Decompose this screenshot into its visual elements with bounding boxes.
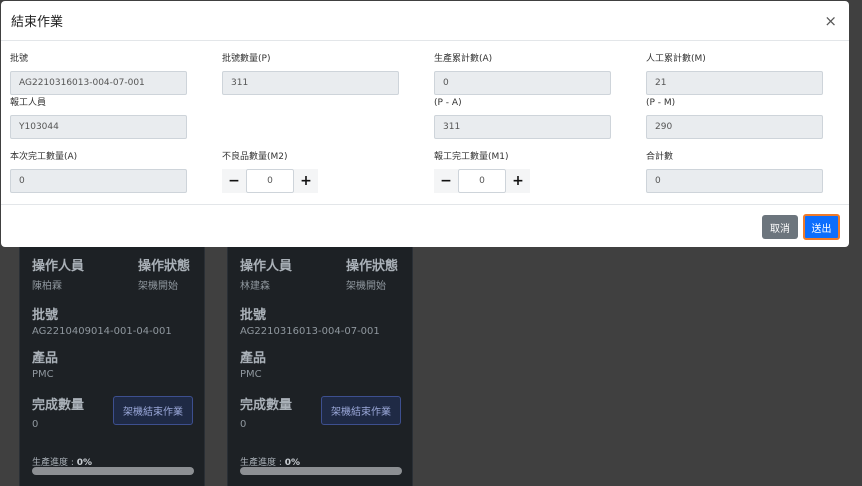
operator-label: 操作人員 xyxy=(32,259,85,274)
defect-qty-stepper: − 0 + xyxy=(222,169,399,193)
report-qty-label: 報工完工數量(M1) xyxy=(434,152,509,162)
done-qty-label: 完成數量 xyxy=(240,398,293,413)
modal-body: 批號 AG2210316013-004-07-001 批號數量(P) 311 生… xyxy=(1,41,849,205)
operator-value: 陳柏霖 xyxy=(32,281,62,292)
status-label: 操作狀態 xyxy=(345,259,398,274)
total-field: 合計數 0 xyxy=(646,151,823,193)
minus-icon[interactable]: − xyxy=(434,169,458,193)
status-value: 架機開始 xyxy=(137,281,178,292)
plus-icon[interactable]: + xyxy=(294,169,318,193)
p-minus-a-label: (P - A) xyxy=(434,98,462,108)
total-input: 0 xyxy=(646,169,823,193)
batch-no-field: 批號 AG2210316013-004-07-001 xyxy=(10,53,187,95)
batch-no-label: 批號 xyxy=(10,54,29,64)
manual-total-input: 21 xyxy=(646,71,823,95)
batch-label: 批號 xyxy=(32,308,59,323)
report-qty-stepper: − 0 + xyxy=(434,169,611,193)
machine-card-1: 操作人員 陳柏霖 操作狀態 架機開始 批號 AG2210409014-001-0… xyxy=(19,243,205,486)
progress-bar xyxy=(240,467,402,475)
manual-total-label: 人工累計數(M) xyxy=(646,54,706,64)
status-label: 操作狀態 xyxy=(137,259,190,274)
status-value: 架機開始 xyxy=(345,281,386,292)
machine-card-2: 操作人員 林建森 操作狀態 架機開始 批號 AG2210316013-004-0… xyxy=(227,243,413,486)
total-label: 合計數 xyxy=(646,152,674,162)
cancel-button[interactable]: 取消 xyxy=(762,215,798,239)
p-minus-a-field: (P - A) 311 xyxy=(434,97,611,139)
batch-label: 批號 xyxy=(240,308,267,323)
end-job-button[interactable]: 架機結束作業 xyxy=(321,396,401,425)
batch-qty-input: 311 xyxy=(222,71,399,95)
product-value: PMC xyxy=(32,369,54,380)
report-qty-input[interactable]: 0 xyxy=(458,169,506,193)
modal-footer: 取消 送出 xyxy=(1,205,849,247)
defect-qty-label: 不良品數量(M2) xyxy=(222,152,288,162)
reporter-field: 報工人員 Y103044 xyxy=(10,97,187,139)
p-minus-m-label: (P - M) xyxy=(646,98,676,108)
batch-no-input: AG2210316013-004-07-001 xyxy=(10,71,187,95)
p-minus-a-input: 311 xyxy=(434,115,611,139)
prod-total-label: 生產累計數(A) xyxy=(434,54,493,64)
defect-qty-field: 不良品數量(M2) − 0 + xyxy=(222,151,399,193)
batch-qty-field: 批號數量(P) 311 xyxy=(222,53,399,95)
operator-value: 林建森 xyxy=(240,281,270,292)
modal-title: 結束作業 xyxy=(11,15,64,30)
this-qty-field: 本次完工數量(A) 0 xyxy=(10,151,187,193)
prod-total-input: 0 xyxy=(434,71,611,95)
done-qty-value: 0 xyxy=(32,419,39,430)
product-value: PMC xyxy=(240,369,262,380)
modal-header: 結束作業 × xyxy=(1,1,849,41)
product-label: 產品 xyxy=(32,351,59,366)
minus-icon[interactable]: − xyxy=(222,169,246,193)
report-qty-field: 報工完工數量(M1) − 0 + xyxy=(434,151,611,193)
close-icon[interactable]: × xyxy=(824,12,839,30)
submit-button[interactable]: 送出 xyxy=(803,214,840,240)
operator-label: 操作人員 xyxy=(240,259,293,274)
progress-bar xyxy=(32,467,194,475)
reporter-input: Y103044 xyxy=(10,115,187,139)
defect-qty-input[interactable]: 0 xyxy=(246,169,294,193)
product-label: 產品 xyxy=(240,351,267,366)
end-job-modal: 結束作業 × 批號 AG2210316013-004-07-001 批號數量(P… xyxy=(1,1,849,247)
done-qty-label: 完成數量 xyxy=(32,398,85,413)
this-qty-input: 0 xyxy=(10,169,187,193)
prod-total-field: 生產累計數(A) 0 xyxy=(434,53,611,95)
batch-value: AG2210409014-001-04-001 xyxy=(32,326,172,337)
end-job-button[interactable]: 架機結束作業 xyxy=(113,396,193,425)
reporter-label: 報工人員 xyxy=(10,98,47,108)
p-minus-m-input: 290 xyxy=(646,115,823,139)
done-qty-value: 0 xyxy=(240,419,247,430)
plus-icon[interactable]: + xyxy=(506,169,530,193)
p-minus-m-field: (P - M) 290 xyxy=(646,97,823,139)
manual-total-field: 人工累計數(M) 21 xyxy=(646,53,823,95)
batch-qty-label: 批號數量(P) xyxy=(222,54,271,64)
this-qty-label: 本次完工數量(A) xyxy=(10,152,78,162)
batch-value: AG2210316013-004-07-001 xyxy=(240,326,380,337)
